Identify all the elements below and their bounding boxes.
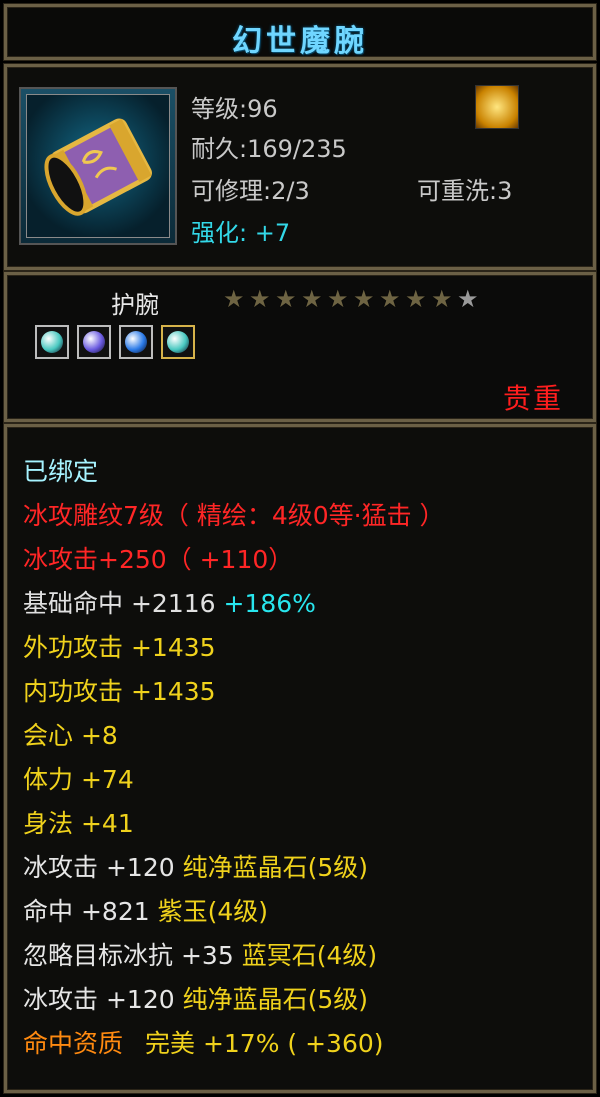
item-name: 幻世魔腕: [232, 24, 368, 59]
teal-gem-icon[interactable]: [161, 325, 195, 359]
gem-stat-label: 冰攻击: [23, 985, 99, 1014]
purple-bracer-icon: [19, 87, 177, 245]
star-filled-icon: ★: [301, 285, 323, 313]
outer-attack-line: 外功攻击 +1435: [23, 633, 216, 663]
aptitude-pct: +17%: [202, 1029, 280, 1058]
item-stats-panel: 已绑定 冰攻雕纹7级（ 精绘：4级0等·猛击 ） 冰攻击+250（ +110） …: [4, 424, 596, 1093]
bound-status: 已绑定: [23, 457, 99, 486]
gem-stat-value: +35: [180, 941, 234, 970]
item-type-label: 护腕: [111, 291, 159, 319]
base-hit-pct: +186%: [223, 589, 316, 618]
star-filled-icon: ★: [223, 285, 245, 313]
stat-label: 体力: [23, 765, 74, 794]
base-hit-line: 基础命中 +2116 +186%: [23, 589, 316, 619]
blue-gem-icon[interactable]: [119, 325, 153, 359]
star-filled-icon: ★: [249, 285, 271, 313]
gem-stat-label: 冰攻击: [23, 853, 99, 882]
gold-dragon-icon: [475, 85, 519, 129]
item-header-panel: 等级:96 耐久:169/235 可修理:2/3 可重洗:3 强化: +7: [4, 64, 596, 270]
stat-label: 会心: [23, 721, 74, 750]
enhance-text: 强化: +7: [191, 213, 290, 248]
stat-label: 内功攻击: [23, 677, 124, 706]
stat-value: +8: [80, 721, 118, 750]
gem-stat-label: 命中: [23, 897, 74, 926]
stat-value: +41: [80, 809, 134, 838]
gem-stat-label: 忽略目标冰抗: [23, 941, 174, 970]
title-bar: 幻世魔腕: [4, 4, 596, 60]
stamina-line: 体力 +74: [23, 765, 134, 795]
aptitude-bonus: ( +360): [287, 1029, 384, 1058]
level-text: 等级:96: [191, 95, 278, 123]
agility-line: 身法 +41: [23, 809, 134, 839]
stat-value: +1435: [130, 633, 216, 662]
gem-name: 纯净蓝晶石(5级): [182, 853, 369, 882]
star-filled-icon: ★: [431, 285, 453, 313]
aptitude-line: 命中资质 完美 +17% ( +360): [23, 1029, 384, 1059]
crit-line: 会心 +8: [23, 721, 118, 751]
stat-value: +74: [80, 765, 134, 794]
gem-name: 蓝冥石(4级): [241, 941, 378, 970]
aptitude-label: 命中资质: [23, 1029, 124, 1058]
gem-stat-value: +120: [105, 985, 175, 1014]
star-filled-icon: ★: [353, 285, 375, 313]
ice-attack-line: 冰攻击+250（ +110）: [23, 545, 294, 574]
star-filled-icon: ★: [379, 285, 401, 313]
gem-name: 纯净蓝晶石(5级): [182, 985, 369, 1014]
gem-stat-value: +120: [105, 853, 175, 882]
teal-gem-icon[interactable]: [35, 325, 69, 359]
star-rating: ★ ★ ★ ★ ★ ★ ★ ★ ★ ★: [223, 287, 481, 311]
aptitude-grade: 完美: [144, 1029, 195, 1058]
gem-line: 冰攻击 +120 纯净蓝晶石(5级): [23, 985, 368, 1015]
gem-stat-value: +821: [80, 897, 150, 926]
quality-label: 贵重: [502, 382, 563, 415]
inner-attack-line: 内功攻击 +1435: [23, 677, 216, 707]
gem-line: 冰攻击 +120 纯净蓝晶石(5级): [23, 853, 368, 883]
star-filled-icon: ★: [275, 285, 297, 313]
rewash-count-text: 可重洗:3: [417, 177, 513, 205]
stat-label: 外功攻击: [23, 633, 124, 662]
gem-slots: [35, 325, 195, 359]
star-empty-icon: ★: [457, 285, 479, 313]
gem-name: 紫玉(4级): [157, 897, 269, 926]
enhance-value: +7: [254, 219, 291, 247]
stat-label: 身法: [23, 809, 74, 838]
durability-text: 耐久:169/235: [191, 135, 347, 163]
purple-gem-icon[interactable]: [77, 325, 111, 359]
engrave-line: 冰攻雕纹7级（ 精绘：4级0等·猛击 ）: [23, 501, 445, 530]
base-hit-value: +2116: [130, 589, 216, 618]
star-filled-icon: ★: [327, 285, 349, 313]
base-hit-label: 基础命中: [23, 589, 124, 618]
gem-line: 忽略目标冰抗 +35 蓝冥石(4级): [23, 941, 377, 971]
star-filled-icon: ★: [405, 285, 427, 313]
stat-value: +1435: [130, 677, 216, 706]
item-type-panel: 护腕 ★ ★ ★ ★ ★ ★ ★ ★ ★ ★ 贵重: [4, 272, 596, 422]
enhance-label: 强化:: [191, 219, 248, 247]
gem-line: 命中 +821 紫玉(4级): [23, 897, 268, 927]
repair-count-text: 可修理:2/3: [191, 177, 310, 205]
